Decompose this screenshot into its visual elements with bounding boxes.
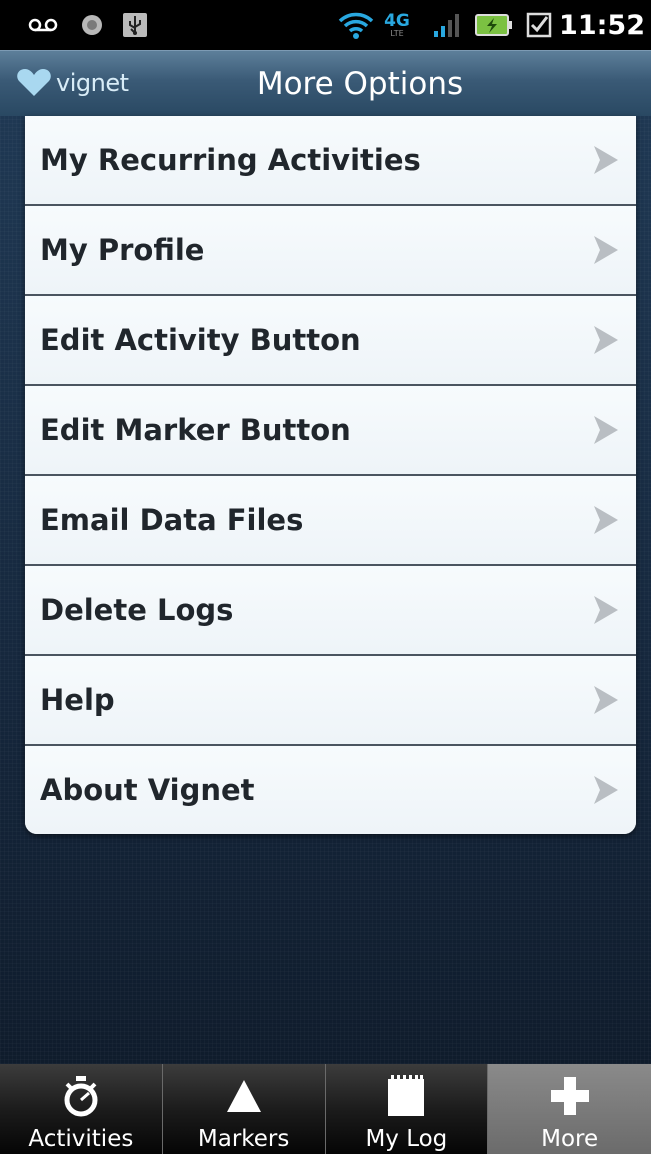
- chevron-right-icon: [594, 416, 618, 444]
- menu-item-label: Email Data Files: [40, 503, 304, 537]
- usb-icon: [120, 0, 150, 50]
- options-list: My Recurring Activities My Profile Edit …: [25, 116, 636, 834]
- signal-icon: [432, 0, 462, 50]
- voicemail-icon: [26, 0, 60, 50]
- page-title: More Options: [256, 66, 464, 102]
- network-sub-label: LTE: [390, 28, 404, 38]
- network-label: 4G: [384, 10, 410, 31]
- plus-icon: [550, 1077, 589, 1115]
- menu-item-about-vignet[interactable]: About Vignet: [25, 746, 636, 834]
- menu-item-recurring-activities[interactable]: My Recurring Activities: [25, 116, 636, 206]
- triangle-icon: [226, 1080, 261, 1112]
- wifi-icon: [336, 0, 376, 50]
- battery-charging-icon: [472, 0, 518, 50]
- app-screen: 4G LTE 11:52 vignet More Options My Recu…: [0, 0, 651, 1154]
- menu-item-edit-marker-button[interactable]: Edit Marker Button: [25, 386, 636, 476]
- menu-item-my-profile[interactable]: My Profile: [25, 206, 636, 296]
- stopwatch-icon: [64, 1076, 98, 1117]
- tab-markers[interactable]: Markers: [163, 1064, 326, 1154]
- tab-activities[interactable]: Activities: [0, 1064, 163, 1154]
- tab-label: My Log: [365, 1126, 448, 1152]
- title-bar: vignet More Options: [0, 50, 651, 117]
- menu-item-email-data-files[interactable]: Email Data Files: [25, 476, 636, 566]
- menu-item-label: Edit Marker Button: [40, 413, 351, 447]
- heart-icon: [17, 69, 51, 96]
- chevron-right-icon: [594, 776, 618, 804]
- menu-item-label: About Vignet: [40, 773, 255, 807]
- menu-item-label: Delete Logs: [40, 593, 234, 627]
- network-4g-indicator: 4G LTE: [378, 0, 416, 50]
- tab-my-log[interactable]: My Log: [326, 1064, 489, 1154]
- brand-logo: vignet: [16, 65, 129, 101]
- menu-item-label: My Recurring Activities: [40, 143, 421, 177]
- menu-item-edit-activity-button[interactable]: Edit Activity Button: [25, 296, 636, 386]
- tab-bar: Activities Markers My Log More: [0, 1064, 651, 1154]
- tab-label: Activities: [28, 1126, 134, 1152]
- chevron-right-icon: [594, 506, 618, 534]
- chevron-right-icon: [594, 596, 618, 624]
- menu-item-delete-logs[interactable]: Delete Logs: [25, 566, 636, 656]
- menu-item-label: Edit Activity Button: [40, 323, 361, 357]
- record-icon: [78, 0, 106, 50]
- menu-item-help[interactable]: Help: [25, 656, 636, 746]
- tab-more[interactable]: More: [488, 1064, 651, 1154]
- tab-label: Markers: [197, 1126, 290, 1152]
- checkbox-icon: [524, 0, 554, 50]
- notepad-icon: [388, 1075, 425, 1116]
- chevron-right-icon: [594, 326, 618, 354]
- menu-item-label: My Profile: [40, 233, 205, 267]
- status-bar: 4G LTE 11:52: [0, 0, 651, 50]
- chevron-right-icon: [594, 146, 618, 174]
- brand-name: vignet: [56, 69, 129, 97]
- status-time: 11:52: [559, 9, 645, 41]
- chevron-right-icon: [594, 686, 618, 714]
- chevron-right-icon: [594, 236, 618, 264]
- menu-item-label: Help: [40, 683, 115, 717]
- tab-label: More: [541, 1126, 599, 1152]
